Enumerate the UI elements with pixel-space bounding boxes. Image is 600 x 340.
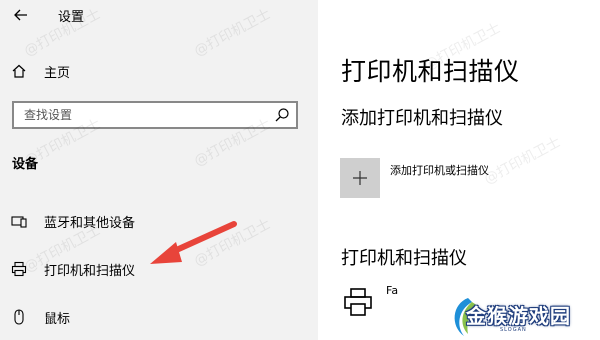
printer-list-title: 打印机和扫描仪 bbox=[341, 248, 467, 269]
sidebar-item-label: 蓝牙和其他设备 bbox=[44, 215, 136, 231]
section-title: 设备 bbox=[12, 157, 39, 172]
mouse-icon bbox=[11, 309, 27, 325]
add-printer-button[interactable] bbox=[340, 158, 380, 198]
main-panel: 打印机和扫描仪 添加打印机和扫描仪 添加打印机或扫描仪 打印机和扫描仪 Fa bbox=[318, 0, 600, 340]
sidebar-item-label: 鼠标 bbox=[44, 311, 71, 327]
sidebar-item-home[interactable]: 主页 bbox=[0, 54, 318, 88]
printer-name[interactable]: Fa bbox=[386, 284, 398, 297]
sidebar-item-printers[interactable]: 打印机和扫描仪 bbox=[0, 252, 318, 286]
sidebar-item-mouse[interactable]: 鼠标 bbox=[0, 300, 318, 334]
window-title: 设置 bbox=[58, 10, 85, 25]
sidebar-item-bluetooth[interactable]: 蓝牙和其他设备 bbox=[0, 204, 318, 238]
back-button[interactable] bbox=[10, 4, 32, 26]
back-arrow-icon bbox=[14, 9, 27, 21]
logo-text: 金猴游戏园 bbox=[466, 304, 571, 328]
add-printer-label[interactable]: 添加打印机或扫描仪 bbox=[390, 162, 489, 178]
sidebar-item-label: 主页 bbox=[44, 65, 71, 81]
plus-icon bbox=[353, 171, 367, 185]
search-input[interactable] bbox=[24, 106, 264, 124]
printer-icon bbox=[11, 261, 27, 277]
sidebar-item-label: 打印机和扫描仪 bbox=[44, 263, 136, 279]
search-icon[interactable] bbox=[274, 107, 290, 123]
home-icon bbox=[11, 63, 27, 79]
sidebar: 设置 主页 设备 蓝牙和其他设备 bbox=[0, 0, 318, 340]
bluetooth-devices-icon bbox=[11, 213, 27, 229]
printer-device-icon[interactable] bbox=[340, 284, 376, 320]
search-box[interactable] bbox=[12, 101, 298, 129]
add-section-title: 添加打印机和扫描仪 bbox=[341, 108, 503, 129]
logo-subtext: SLOGAN bbox=[500, 327, 527, 333]
page-title: 打印机和扫描仪 bbox=[341, 57, 520, 86]
